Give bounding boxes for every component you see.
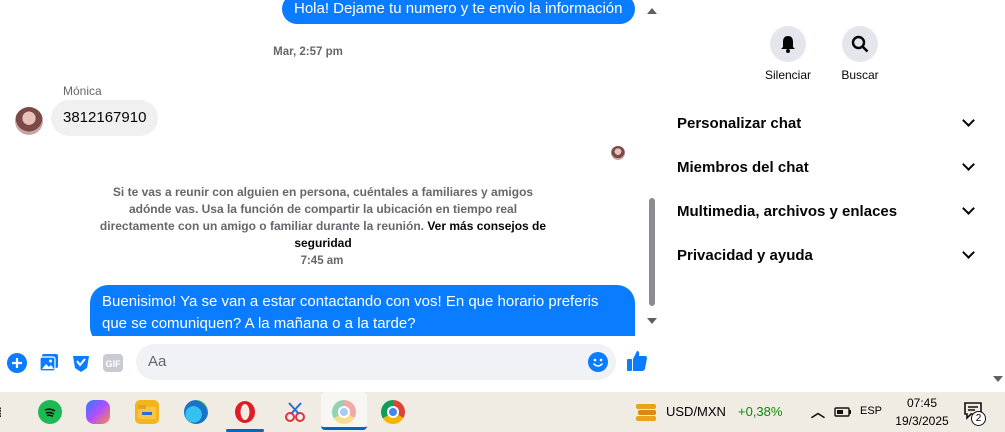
section-label: Multimedia, archivos y enlaces (677, 202, 898, 220)
network-icon[interactable] (831, 400, 855, 424)
section-label: Miembros del chat (677, 158, 809, 176)
stocks-widget-icon[interactable] (634, 400, 658, 424)
edge-icon[interactable] (184, 400, 208, 424)
panel-scroll-down-arrow[interactable] (993, 376, 1003, 382)
chevron-down-icon (962, 158, 975, 171)
safety-notice: Si te vas a reunir con alguien en person… (98, 184, 548, 252)
messenger-window: Hola! Dejame tu numero y te envio la inf… (0, 0, 1005, 392)
chat-pane: Hola! Dejame tu numero y te envio la inf… (0, 0, 660, 392)
active-app-highlight (321, 392, 367, 430)
outgoing-message[interactable]: Hola! Dejame tu numero y te envio la inf… (282, 0, 635, 24)
plus-icon[interactable] (6, 352, 28, 374)
emoji-icon[interactable] (587, 351, 609, 373)
language-indicator[interactable]: ESP (860, 405, 882, 417)
file-explorer-icon[interactable] (135, 400, 159, 424)
currency-pair[interactable]: USD/MXN (666, 404, 726, 419)
read-receipt-avatar (611, 146, 625, 160)
search-icon[interactable] (842, 26, 878, 62)
search-label: Buscar (841, 68, 879, 82)
composer: GIF Aa (0, 336, 660, 392)
chevron-down-icon (962, 202, 975, 215)
spotify-icon[interactable] (38, 400, 62, 424)
timestamp: Mar, 2:57 pm (273, 46, 343, 58)
chevron-down-icon (962, 114, 975, 127)
chrome-profile-icon[interactable] (381, 400, 405, 424)
snipping-tool-icon[interactable] (283, 400, 307, 424)
chevron-up-icon[interactable]: ︿ (806, 400, 830, 424)
section-customize-chat[interactable]: Personalizar chat (677, 111, 977, 135)
sticker-icon[interactable] (70, 352, 92, 374)
chat-info-panel: Silenciar Buscar Personalizar chat Miemb… (660, 0, 1005, 392)
scroll-up-arrow[interactable] (647, 8, 657, 14)
sender-name: Mónica (63, 84, 102, 98)
scroll-down-arrow[interactable] (647, 318, 657, 324)
bell-icon[interactable] (770, 26, 806, 62)
chat-scrollbar[interactable] (644, 0, 660, 336)
section-label: Personalizar chat (677, 114, 802, 132)
section-privacy-help[interactable]: Privacidad y ayuda (677, 243, 977, 267)
timestamp: 7:45 am (300, 255, 344, 267)
opera-icon[interactable] (233, 400, 257, 424)
avatar[interactable] (15, 107, 43, 135)
copilot-icon[interactable] (86, 400, 110, 424)
svg-text:GIF: GIF (106, 359, 122, 369)
section-chat-members[interactable]: Miembros del chat (677, 155, 977, 179)
scroll-thumb[interactable] (649, 198, 655, 306)
message-list[interactable]: Hola! Dejame tu numero y te envio la inf… (0, 0, 644, 336)
mute-label: Silenciar (764, 68, 812, 82)
clock-time[interactable]: 07:45 (900, 396, 944, 410)
message-input[interactable]: Aa (136, 344, 616, 380)
gif-icon[interactable]: GIF (102, 352, 124, 374)
incoming-message[interactable]: 3812167910 (51, 100, 159, 136)
clock-date[interactable]: 19/3/2025 (892, 414, 952, 428)
taskbar: ⁞ USD/MXN +0,38% ︿ ESP 07:45 19/3/2025 2 (0, 392, 1005, 432)
photo-icon[interactable] (38, 352, 60, 374)
currency-change[interactable]: +0,38% (738, 404, 782, 419)
search-button[interactable]: Buscar (825, 26, 895, 82)
outgoing-message[interactable]: Buenisimo! Ya se van a estar contactando… (90, 285, 635, 336)
section-label: Privacidad y ayuda (677, 246, 813, 264)
chevron-down-icon (962, 246, 975, 259)
mute-button[interactable]: Silenciar (753, 26, 823, 82)
task-view-icon[interactable]: ⁞ (0, 400, 6, 424)
section-media-files-links[interactable]: Multimedia, archivos y enlaces (677, 199, 977, 223)
notification-count: 2 (971, 411, 986, 426)
thumbs-up-icon[interactable] (626, 350, 648, 372)
